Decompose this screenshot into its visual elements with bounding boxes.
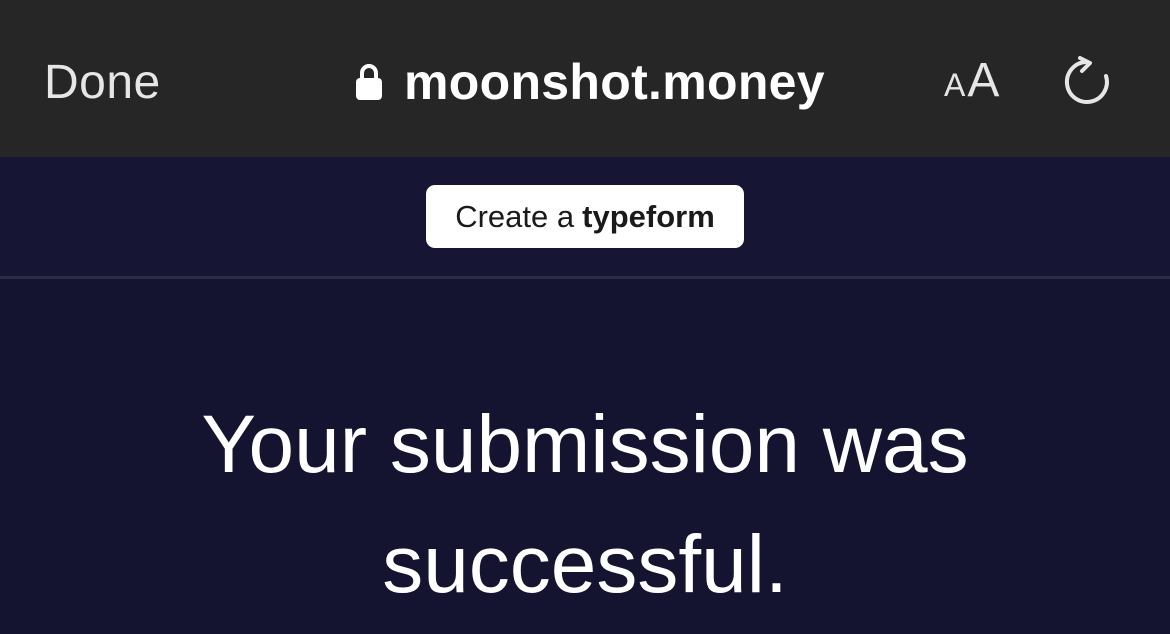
create-typeform-button[interactable]: Create a typeform <box>426 185 744 248</box>
browser-toolbar: Done moonshot.money AA <box>0 0 1170 157</box>
url-text: moonshot.money <box>404 54 825 110</box>
banner-divider <box>0 276 1170 279</box>
done-button[interactable]: Done <box>44 55 161 111</box>
text-size-large-glyph: A <box>967 54 1000 107</box>
reload-icon[interactable] <box>1062 54 1118 110</box>
message-line-2: successful. <box>382 519 788 610</box>
cta-brand: typeform <box>582 198 715 234</box>
text-size-button[interactable]: AA <box>944 56 999 117</box>
submission-message: Your submission was successful. <box>0 385 1170 625</box>
message-line-1: Your submission was <box>201 399 969 490</box>
lock-icon <box>356 64 382 100</box>
address-bar[interactable]: moonshot.money <box>354 52 825 112</box>
text-size-small-glyph: A <box>944 67 966 103</box>
cta-prefix: Create a <box>455 198 575 234</box>
